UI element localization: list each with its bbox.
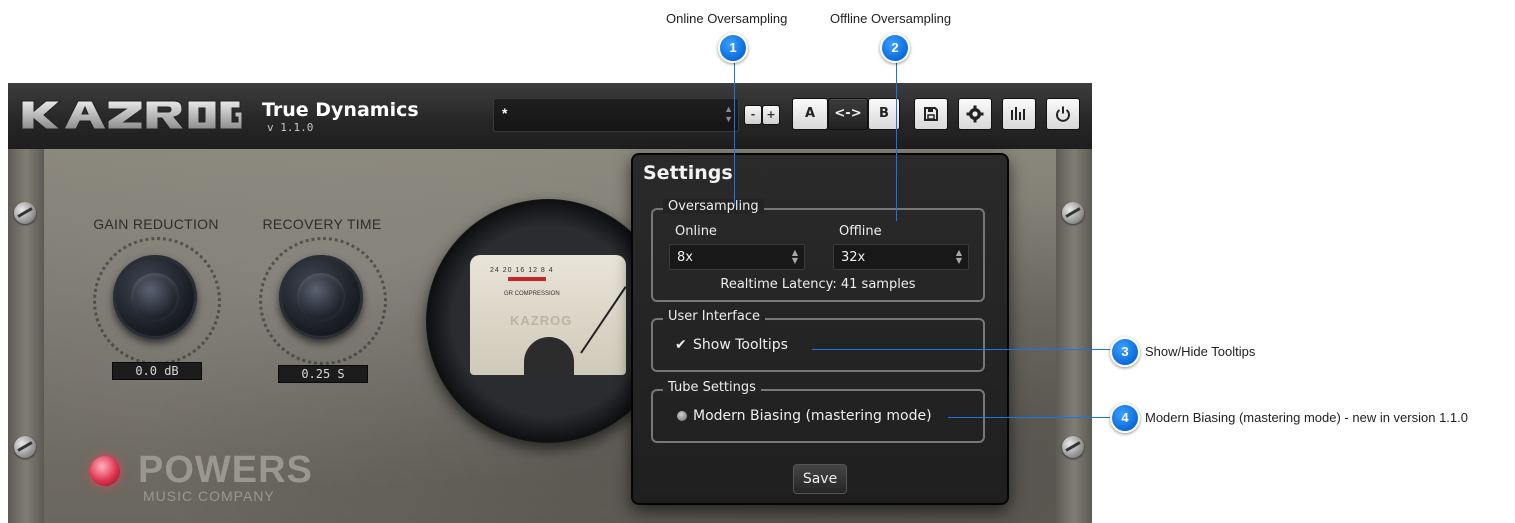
callout-label-offline-oversampling: Offline Oversampling (830, 11, 952, 26)
tube-settings-group: Tube Settings Modern Biasing (mastering … (651, 380, 985, 443)
plugin-top-bar: True Dynamics v 1.1.0 * ▲ ▼ - + A <-> B (8, 83, 1092, 151)
leader-line-2 (896, 58, 897, 221)
preset-spinner-icon: ▲ ▼ (724, 104, 733, 124)
callout-badge-2: 2 (880, 33, 910, 63)
save-icon (924, 107, 938, 121)
recovery-time-value: 0.25 S (278, 365, 368, 383)
brand-sub: MUSIC COMPANY (143, 488, 275, 504)
callout-badge-4: 4 (1110, 403, 1140, 433)
a-slot-button[interactable]: A (792, 98, 828, 130)
meter-view-button[interactable] (1002, 98, 1036, 130)
leader-line-4 (948, 417, 1112, 418)
callout-label-online-oversampling: Online Oversampling (666, 11, 788, 26)
settings-panel: Settings Oversampling Online 8x ▲ ▼ Offli… (631, 153, 1009, 505)
user-interface-title: User Interface (663, 309, 765, 324)
preset-value: * (502, 105, 508, 121)
power-button[interactable] (1046, 98, 1080, 130)
preset-previous-button[interactable]: - (744, 105, 762, 125)
vu-red-zone (508, 277, 546, 281)
online-label: Online (675, 224, 717, 239)
spinner-icon: ▲ ▼ (955, 248, 962, 265)
vu-scale: 24 20 16 12 8 4 (490, 267, 554, 274)
save-settings-button[interactable]: Save (793, 464, 847, 494)
vu-needle-hub (524, 337, 574, 375)
modern-biasing-radio[interactable] (677, 411, 687, 421)
ab-copy-button[interactable]: <-> (828, 98, 868, 130)
power-icon (1056, 106, 1070, 122)
callout-badge-3: 3 (1110, 337, 1140, 367)
recovery-time-knob[interactable] (279, 255, 363, 339)
tube-settings-title: Tube Settings (663, 380, 761, 395)
save-preset-button[interactable] (914, 98, 948, 130)
leader-line-3 (812, 349, 1112, 350)
realtime-latency: Realtime Latency: 41 samples (720, 277, 916, 292)
vu-meter-face: 24 20 16 12 8 4 GR COMPRESSION KAZROG (470, 255, 626, 375)
offline-oversampling-select[interactable]: 32x ▲ ▼ (833, 244, 969, 270)
vu-brand: KAZROG (510, 313, 573, 328)
show-tooltips-checkbox[interactable]: ✔ (675, 337, 687, 353)
screw-icon (14, 436, 36, 458)
recovery-time-label: RECOVERY TIME (262, 216, 382, 232)
settings-button[interactable] (958, 98, 992, 130)
preset-next-button[interactable]: + (762, 105, 780, 125)
product-version: v 1.1.0 (267, 121, 314, 134)
show-tooltips-label[interactable]: Show Tooltips (693, 337, 788, 353)
screw-icon (14, 202, 36, 224)
callout-label-show-hide-tooltips: Show/Hide Tooltips (1145, 344, 1256, 359)
gain-reduction-knob[interactable] (113, 255, 197, 339)
meter-icon (1011, 107, 1025, 120)
vu-text: GR COMPRESSION (504, 291, 560, 297)
gain-reduction-label: GAIN REDUCTION (93, 216, 219, 232)
modern-biasing-label[interactable]: Modern Biasing (mastering mode) (693, 408, 932, 424)
brand-power-lamp (90, 456, 120, 486)
screw-icon (1062, 202, 1084, 224)
online-oversampling-value: 8x (677, 250, 693, 265)
online-oversampling-select[interactable]: 8x ▲ ▼ (669, 244, 805, 270)
offline-label: Offline (839, 224, 882, 239)
spinner-icon: ▲ ▼ (791, 248, 798, 265)
leader-line-1 (734, 58, 735, 206)
gain-reduction-value: 0.0 dB (112, 362, 202, 380)
gear-icon (966, 105, 984, 123)
oversampling-title: Oversampling (663, 199, 764, 214)
preset-selector[interactable]: * ▲ ▼ (493, 98, 739, 132)
settings-title: Settings (643, 162, 733, 184)
kazrog-logo (21, 100, 242, 130)
product-name: True Dynamics (262, 99, 419, 121)
vu-needle (580, 286, 626, 354)
screw-icon (1062, 436, 1084, 458)
callout-label-modern-biasing: Modern Biasing (mastering mode) - new in… (1145, 410, 1468, 425)
brand-name: POWERS (138, 449, 313, 491)
user-interface-group: User Interface ✔ Show Tooltips (651, 309, 985, 372)
oversampling-group: Oversampling Online 8x ▲ ▼ Offline 32x ▲ ▼… (651, 199, 985, 302)
callout-badge-1: 1 (718, 33, 748, 63)
offline-oversampling-value: 32x (841, 250, 866, 265)
